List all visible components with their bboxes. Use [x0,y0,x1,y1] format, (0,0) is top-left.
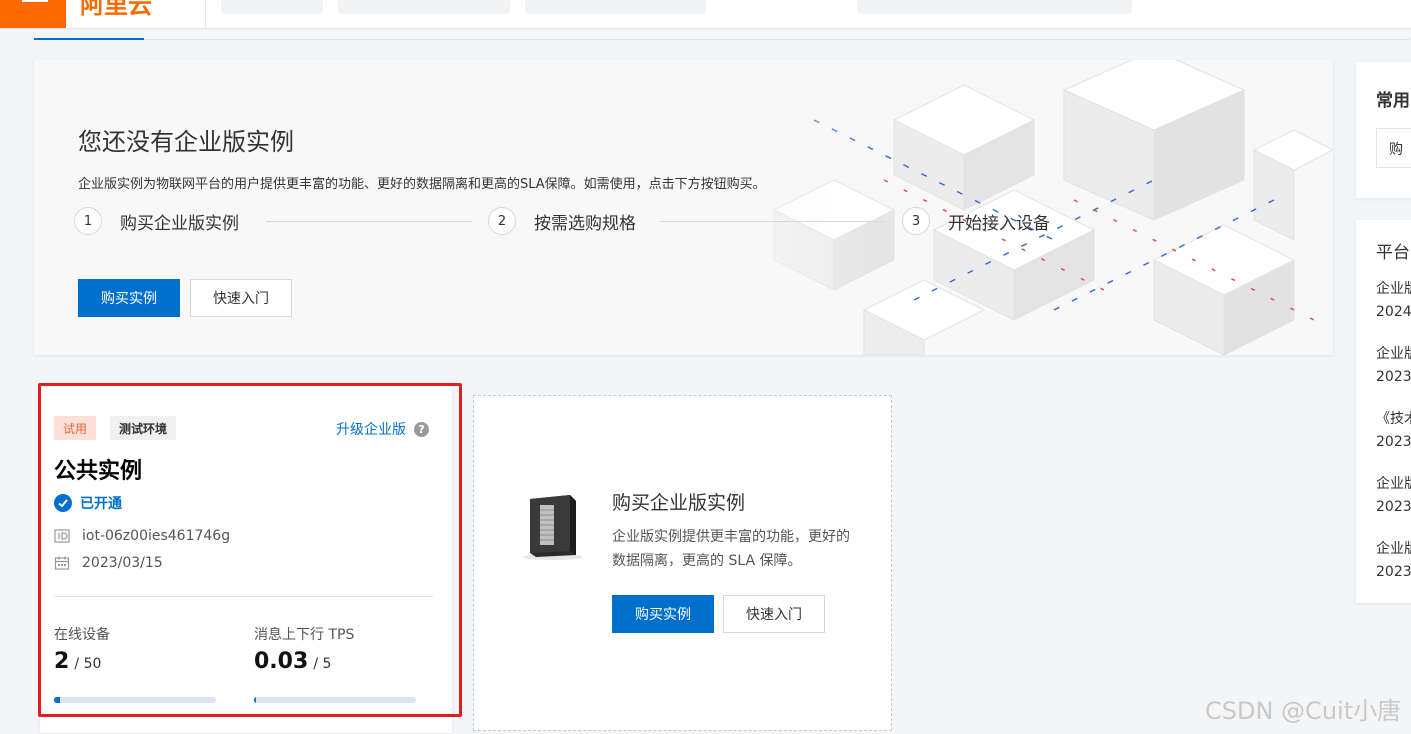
public-instance-card[interactable]: 试用 测试环境 升级企业版 ? 公共实例 已开通 iot-06z00ies461… [40,385,452,733]
message-tps-value: 0.03 / 5 [254,649,331,674]
online-devices-progress [54,697,216,703]
region-selector[interactable] [525,0,706,14]
enterprise-instance-banner: 您还没有企业版实例 企业版实例为物联网平台的用户提供更丰富的功能、更好的数据隔离… [34,60,1333,355]
step-label: 按需选购规格 [534,213,636,234]
buy-instance-button[interactable]: 购买实例 [612,595,714,633]
common-link-button[interactable]: 购 [1376,128,1411,168]
status-text: 已开通 [80,496,122,512]
test-env-tag: 测试环境 [110,416,177,440]
top-navigation-bar: 阿里云 [0,0,1411,29]
news-item-date: 2023 [1376,369,1411,385]
step-2: 2 按需选购规格 [488,206,636,236]
news-item-title: 企业版 [1376,346,1411,362]
news-item-date: 2023 [1376,499,1411,515]
step-1: 1 购买企业版实例 [74,206,239,236]
step-number: 3 [902,207,930,235]
common-links-title: 常用 [1376,91,1410,111]
news-item[interactable]: 企业版 2023 [1376,343,1411,389]
message-tps-count: 0.03 [254,649,309,674]
quickstart-button[interactable]: 快速入门 [723,595,825,633]
instance-id-row: iot-06z00ies461746g [54,528,230,544]
common-links-panel: 常用 购 [1356,62,1411,198]
message-tps-progress [254,697,416,703]
created-date-row: 2023/03/15 [54,555,163,571]
message-tps-progress-fill [254,697,256,703]
news-item-title: 企业版 [1376,476,1411,492]
news-item-title: 企业版 [1376,281,1411,297]
buy-enterprise-card: 购买企业版实例 企业版实例提供更丰富的功能，更好的数据隔离，更高的 SLA 保障… [473,395,892,731]
common-link-label: 购 [1389,142,1403,158]
step-connector [266,221,472,222]
online-devices-value: 2 / 50 [54,649,101,674]
quickstart-button[interactable]: 快速入门 [190,279,292,317]
workspace-selector[interactable] [221,0,323,14]
platform-news-title: 平台 [1376,243,1410,263]
id-icon [54,529,70,543]
step-connector [660,221,886,222]
check-circle-icon [54,494,72,512]
search-input[interactable] [857,0,1132,14]
news-item-date: 2023 [1376,434,1411,450]
message-tps-label: 消息上下行 TPS [254,627,355,643]
banner-description: 企业版实例为物联网平台的用户提供更丰富的功能、更好的数据隔离和更高的SLA保障。… [78,177,766,192]
tab-strip-divider [34,39,1410,40]
message-tps-total: / 5 [313,656,332,672]
online-devices-count: 2 [54,649,70,674]
calendar-icon [54,556,70,570]
server-icon [523,495,583,560]
buy-instance-button[interactable]: 购买实例 [78,279,180,317]
step-label: 开始接入设备 [948,213,1050,234]
news-item-title: 企业版 [1376,541,1411,557]
news-item-date: 2023 [1376,564,1411,580]
menu-icon[interactable] [0,0,66,28]
online-devices-progress-fill [54,697,61,703]
buy-card-title: 购买企业版实例 [612,492,746,514]
step-3: 3 开始接入设备 [902,206,1050,236]
card-divider [54,596,433,597]
news-item[interactable]: 企业版 2023 [1376,473,1411,519]
instance-id: iot-06z00ies461746g [82,528,231,544]
step-number: 1 [74,207,102,235]
platform-news-panel: 平台 企业版 2024 企业版 2023 《技术 2023 企业版 2023 企业版 20… [1356,220,1411,603]
csdn-watermark: CSDN @Cuit小唐 [1205,697,1402,725]
buy-card-description: 企业版实例提供更丰富的功能，更好的数据隔离，更高的 SLA 保障。 [612,529,850,569]
step-number: 2 [488,207,516,235]
created-date: 2023/03/15 [82,555,163,571]
trial-tag: 试用 [54,416,97,440]
news-item-date: 2024 [1376,304,1411,320]
status-badge: 已开通 [54,493,122,513]
online-devices-total: / 50 [74,656,102,672]
help-icon[interactable]: ? [414,421,429,437]
upgrade-enterprise-link[interactable]: 升级企业版 ? [336,419,429,439]
topbar-divider [205,0,206,28]
aliyun-logo[interactable]: 阿里云 [80,0,152,22]
resource-group-selector[interactable] [338,0,510,14]
tab-active-indicator[interactable] [34,38,144,40]
news-item[interactable]: 企业版 2023 [1376,538,1411,584]
banner-title: 您还没有企业版实例 [78,128,294,156]
news-item[interactable]: 企业版 2024 [1376,278,1411,324]
news-item-title: 《技术 [1376,411,1411,427]
upgrade-link-label: 升级企业版 [336,422,406,438]
instance-title: 公共实例 [54,459,143,484]
step-label: 购买企业版实例 [120,213,239,234]
online-devices-label: 在线设备 [54,627,110,643]
news-item[interactable]: 《技术 2023 [1376,408,1411,454]
